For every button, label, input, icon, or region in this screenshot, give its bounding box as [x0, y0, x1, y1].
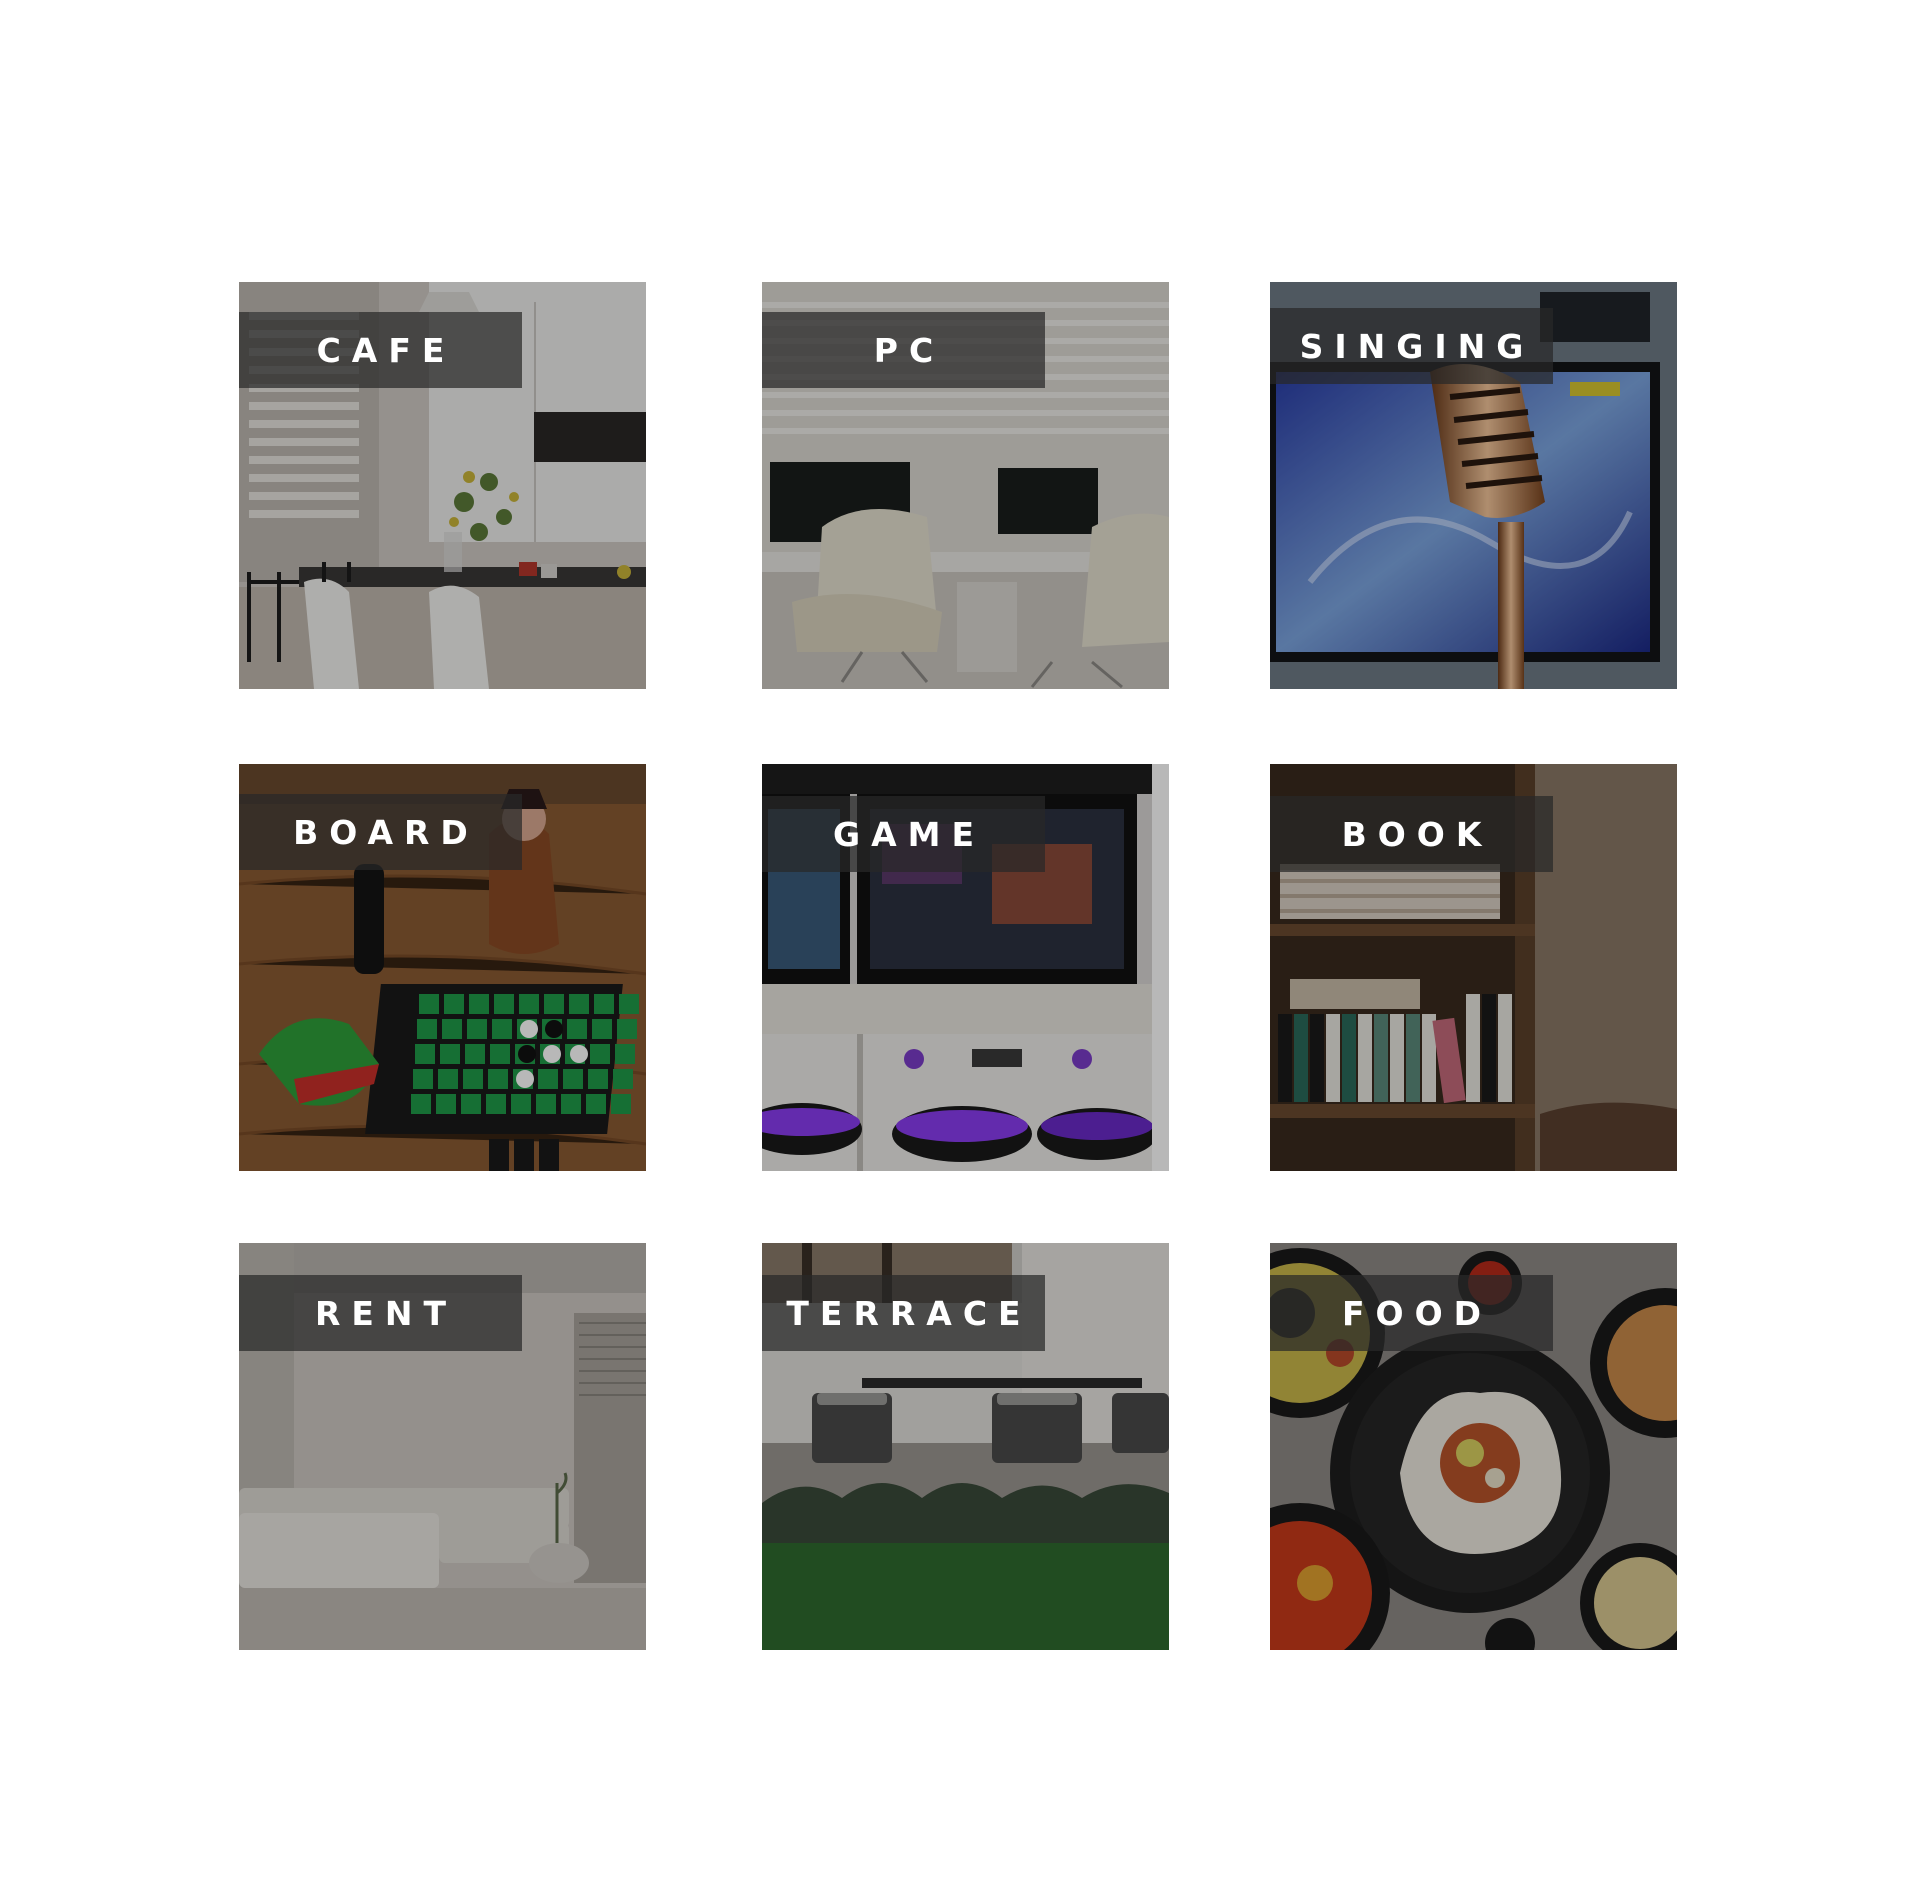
tile-label-bar: BOARD	[239, 794, 522, 870]
tile-game[interactable]: GAME	[762, 764, 1169, 1171]
tile-label: BOOK	[1341, 814, 1493, 854]
tile-label: CAFE	[316, 330, 456, 370]
tile-label: BOARD	[293, 812, 479, 852]
tile-label: TERRACE	[786, 1293, 1032, 1333]
tile-label-bar: SINGING	[1270, 308, 1553, 384]
tile-pc[interactable]: PC	[762, 282, 1169, 689]
tile-label-bar: CAFE	[239, 312, 522, 388]
tile-label-bar: FOOD	[1270, 1275, 1553, 1351]
tile-label-bar: TERRACE	[762, 1275, 1045, 1351]
tile-singing[interactable]: SINGING	[1270, 282, 1677, 689]
tile-label-bar: GAME	[762, 796, 1045, 872]
tile-rent[interactable]: RENT	[239, 1243, 646, 1650]
tile-label: PC	[873, 330, 945, 370]
tile-label-bar: BOOK	[1270, 796, 1553, 872]
tile-book[interactable]: BOOK	[1270, 764, 1677, 1171]
tile-board[interactable]: BOARD	[239, 764, 646, 1171]
tile-food[interactable]: FOOD	[1270, 1243, 1677, 1650]
tile-label-bar: RENT	[239, 1275, 522, 1351]
tile-label: FOOD	[1341, 1293, 1493, 1333]
tile-label: SINGING	[1299, 326, 1535, 366]
tile-label: RENT	[314, 1293, 458, 1333]
tile-label: GAME	[832, 814, 985, 854]
tile-cafe[interactable]: CAFE	[239, 282, 646, 689]
category-grid: CAFE PC SINGING BOARD GAME BOOK RENT TER…	[0, 0, 1920, 1889]
tile-label-bar: PC	[762, 312, 1045, 388]
tile-terrace[interactable]: TERRACE	[762, 1243, 1169, 1650]
